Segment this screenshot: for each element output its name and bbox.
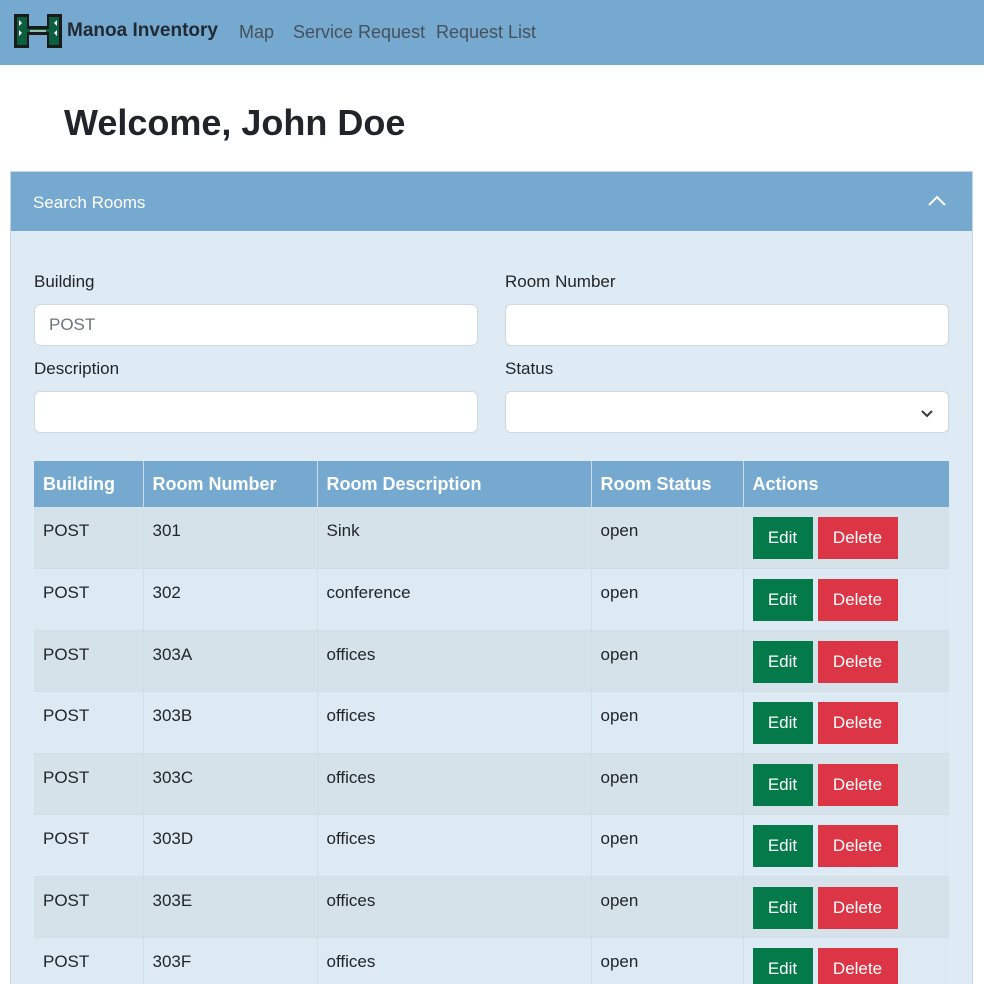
edit-button[interactable]: Edit bbox=[752, 702, 813, 744]
table-header-row: Building Room Number Room Description Ro… bbox=[34, 461, 949, 507]
delete-button[interactable]: Delete bbox=[817, 640, 898, 683]
cell-room-status: open bbox=[591, 630, 744, 692]
column-header-actions: Actions bbox=[743, 461, 949, 507]
rooms-table: Building Room Number Room Description Ro… bbox=[34, 461, 949, 984]
nav-link-service-request[interactable]: Service Request bbox=[293, 22, 425, 43]
table-row: POST 303D offices open Edit Delete bbox=[34, 814, 949, 877]
cell-actions: Edit Delete bbox=[743, 753, 949, 815]
cell-room-number: 303F bbox=[143, 937, 318, 984]
chevron-down-icon bbox=[921, 410, 933, 418]
cell-room-description: offices bbox=[317, 876, 592, 938]
table-row: POST 303C offices open Edit Delete bbox=[34, 753, 949, 815]
delete-button[interactable]: Delete bbox=[817, 763, 898, 806]
cell-actions: Edit Delete bbox=[743, 630, 949, 692]
cell-room-status: open bbox=[591, 507, 744, 569]
cell-actions: Edit Delete bbox=[743, 507, 949, 569]
table-row: POST 303F offices open Edit Delete bbox=[34, 937, 949, 984]
edit-button[interactable]: Edit bbox=[752, 825, 813, 867]
delete-button[interactable]: Delete bbox=[817, 825, 898, 867]
cell-building: POST bbox=[34, 753, 144, 815]
column-header-building: Building bbox=[34, 461, 144, 507]
cell-room-number: 303B bbox=[143, 691, 318, 754]
room-number-input[interactable] bbox=[505, 304, 949, 346]
cell-room-description: offices bbox=[317, 630, 592, 692]
cell-room-number: 303D bbox=[143, 814, 318, 877]
edit-button[interactable]: Edit bbox=[752, 763, 813, 806]
chevron-up-icon[interactable] bbox=[926, 190, 948, 212]
cell-room-status: open bbox=[591, 568, 744, 631]
cell-building: POST bbox=[34, 876, 144, 938]
cell-room-description: offices bbox=[317, 753, 592, 815]
brand-name[interactable]: Manoa Inventory bbox=[67, 20, 218, 42]
cell-actions: Edit Delete bbox=[743, 937, 949, 984]
edit-button[interactable]: Edit bbox=[752, 517, 813, 559]
edit-button[interactable]: Edit bbox=[752, 886, 813, 929]
table-row: POST 303E offices open Edit Delete bbox=[34, 876, 949, 938]
cell-building: POST bbox=[34, 507, 144, 569]
delete-button[interactable]: Delete bbox=[817, 517, 898, 559]
table-row: POST 303A offices open Edit Delete bbox=[34, 630, 949, 692]
delete-button[interactable]: Delete bbox=[817, 948, 898, 984]
nav-link-request-list[interactable]: Request List bbox=[436, 22, 536, 43]
cell-room-description: offices bbox=[317, 814, 592, 877]
delete-button[interactable]: Delete bbox=[817, 886, 898, 929]
cell-room-description: offices bbox=[317, 937, 592, 984]
cell-room-description: conference bbox=[317, 568, 592, 631]
cell-room-status: open bbox=[591, 876, 744, 938]
cell-room-description: Sink bbox=[317, 507, 592, 569]
uh-logo-icon[interactable] bbox=[13, 10, 63, 52]
cell-room-number: 301 bbox=[143, 507, 318, 569]
cell-room-status: open bbox=[591, 937, 744, 984]
description-label: Description bbox=[34, 359, 120, 378]
cell-building: POST bbox=[34, 630, 144, 692]
column-header-room-status: Room Status bbox=[591, 461, 744, 507]
cell-building: POST bbox=[34, 814, 144, 877]
building-input[interactable] bbox=[34, 304, 478, 346]
welcome-heading: Welcome, John Doe bbox=[64, 102, 406, 143]
navbar: Manoa Inventory Map Service Request Requ… bbox=[0, 0, 984, 65]
column-header-room-number: Room Number bbox=[143, 461, 318, 507]
cell-building: POST bbox=[34, 937, 144, 984]
edit-button[interactable]: Edit bbox=[752, 948, 813, 984]
search-rooms-header[interactable]: Search Rooms bbox=[11, 172, 972, 231]
cell-room-number: 303C bbox=[143, 753, 318, 815]
table-row: POST 303B offices open Edit Delete bbox=[34, 691, 949, 754]
cell-room-description: offices bbox=[317, 691, 592, 754]
edit-button[interactable]: Edit bbox=[752, 579, 813, 621]
cell-actions: Edit Delete bbox=[743, 876, 949, 938]
nav-link-map[interactable]: Map bbox=[239, 22, 274, 43]
delete-button[interactable]: Delete bbox=[817, 702, 898, 744]
cell-room-number: 302 bbox=[143, 568, 318, 631]
cell-building: POST bbox=[34, 568, 144, 631]
cell-actions: Edit Delete bbox=[743, 568, 949, 631]
building-label: Building bbox=[34, 272, 95, 291]
table-row: POST 302 conference open Edit Delete bbox=[34, 568, 949, 631]
cell-building: POST bbox=[34, 691, 144, 754]
status-select[interactable] bbox=[505, 391, 949, 433]
cell-room-status: open bbox=[591, 753, 744, 815]
cell-room-number: 303E bbox=[143, 876, 318, 938]
column-header-room-description: Room Description bbox=[317, 461, 592, 507]
cell-room-status: open bbox=[591, 814, 744, 877]
search-rooms-title: Search Rooms bbox=[33, 193, 146, 212]
cell-room-number: 303A bbox=[143, 630, 318, 692]
table-row: POST 301 Sink open Edit Delete bbox=[34, 507, 949, 569]
cell-actions: Edit Delete bbox=[743, 814, 949, 877]
status-label: Status bbox=[505, 359, 554, 378]
edit-button[interactable]: Edit bbox=[752, 640, 813, 683]
description-input[interactable] bbox=[34, 391, 478, 433]
room-number-label: Room Number bbox=[505, 272, 616, 291]
cell-actions: Edit Delete bbox=[743, 691, 949, 754]
delete-button[interactable]: Delete bbox=[817, 579, 898, 621]
cell-room-status: open bbox=[591, 691, 744, 754]
